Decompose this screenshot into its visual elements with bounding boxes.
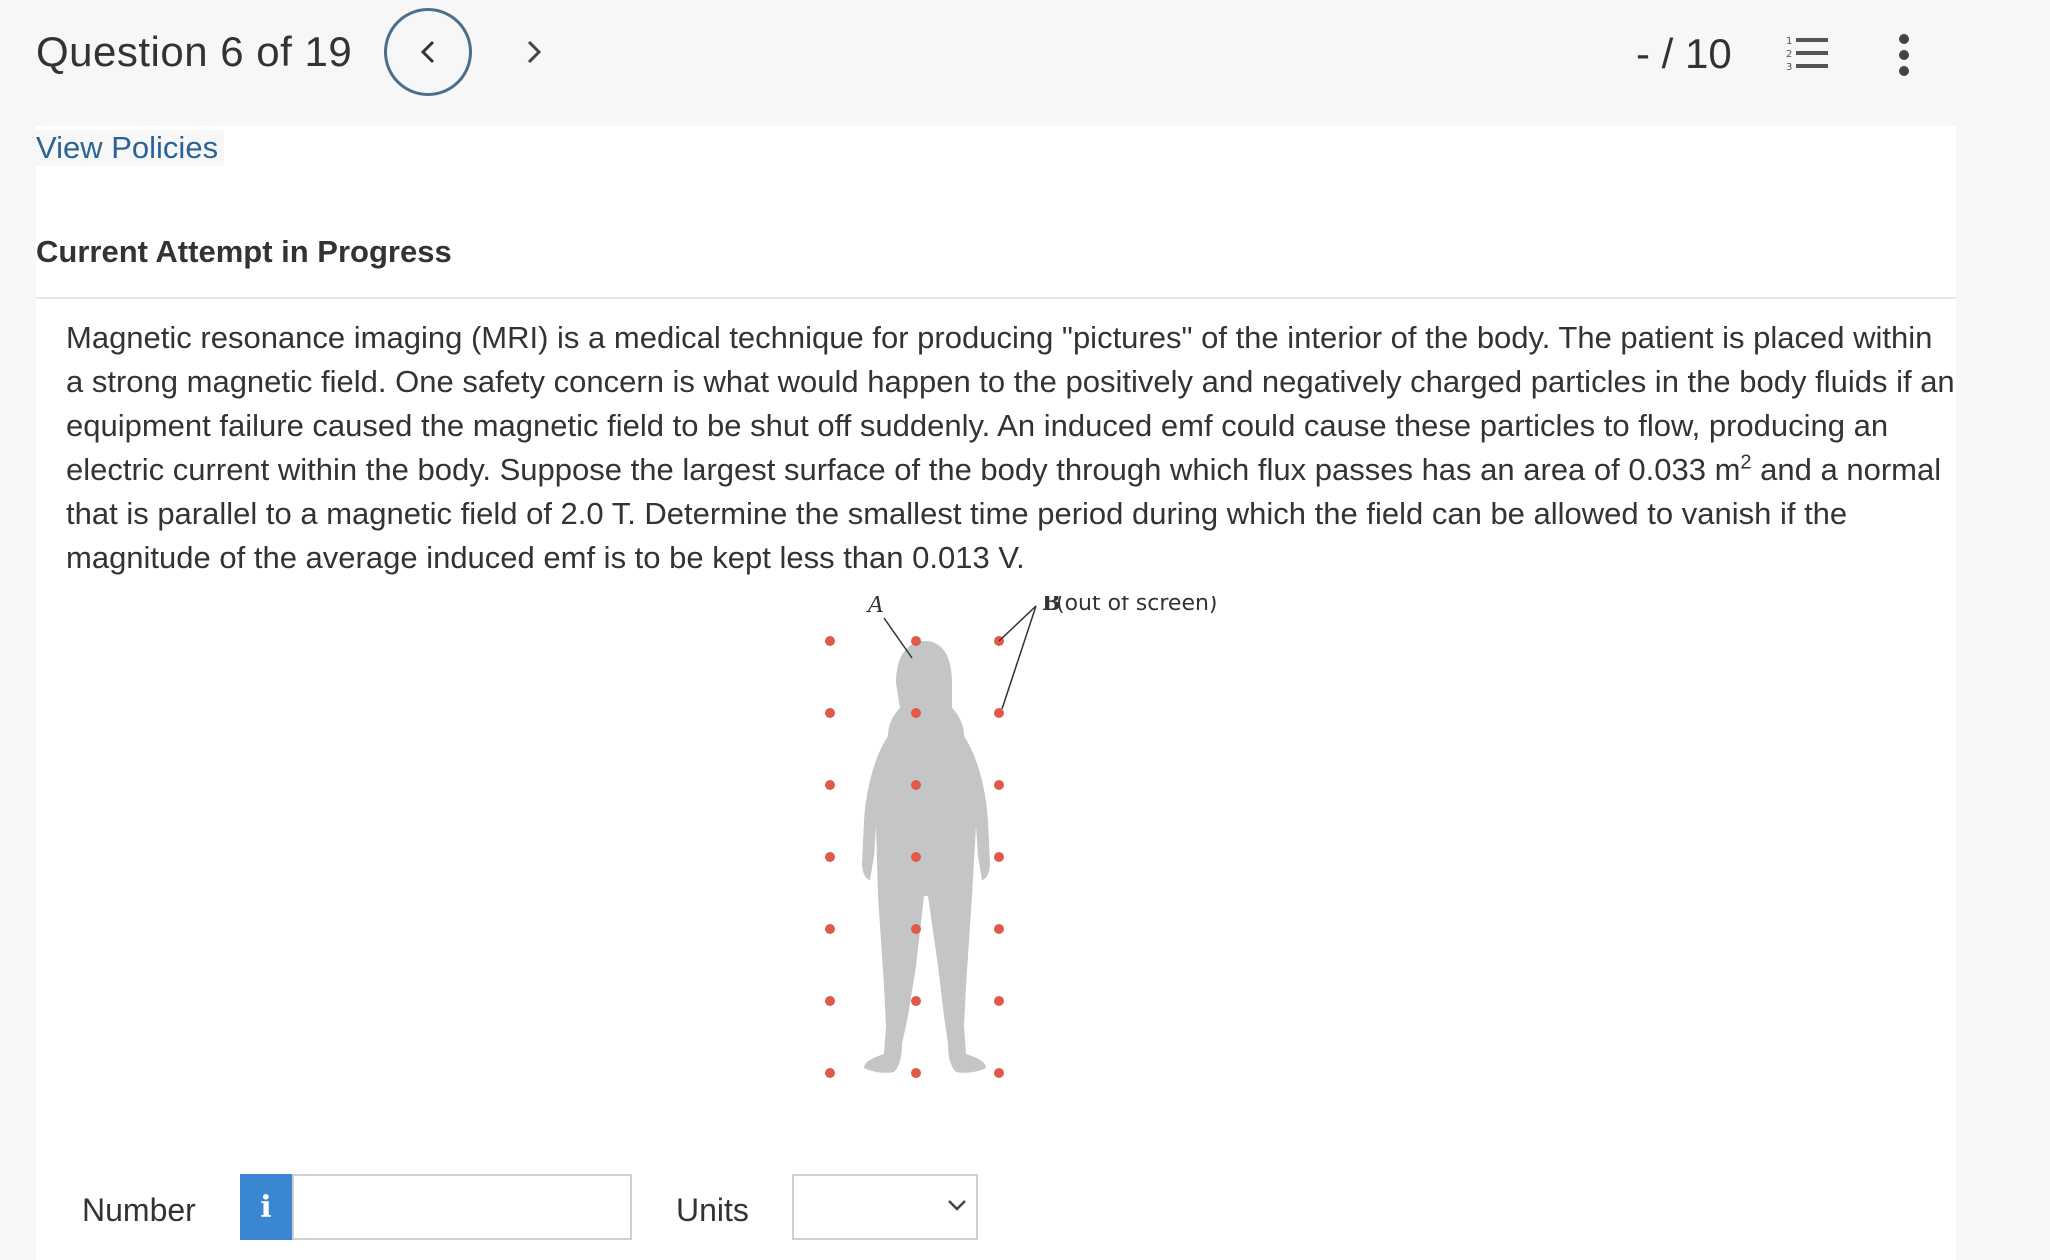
question-counter: Question 6 of 19 [36, 28, 353, 75]
human-silhouette [862, 641, 990, 1073]
svg-text:1: 1 [1786, 36, 1792, 47]
field-dot [911, 852, 921, 862]
question-card: View Policies Current Attempt in Progres… [36, 126, 1956, 1260]
field-dot [911, 924, 921, 934]
area-label: A [866, 596, 884, 618]
field-dot [911, 996, 921, 1006]
field-dot [825, 852, 835, 862]
view-policies-link[interactable]: View Policies [36, 130, 225, 166]
question-list-button[interactable]: 1 2 3 [1786, 34, 1830, 79]
svg-text:2: 2 [1786, 49, 1792, 60]
number-label: Number [82, 1192, 196, 1228]
number-input[interactable] [292, 1174, 632, 1240]
field-dot [911, 636, 921, 646]
question-text-part1: Magnetic resonance imaging (MRI) is a me… [66, 320, 1955, 487]
field-dot [994, 780, 1004, 790]
field-dot [994, 924, 1004, 934]
area-exponent: 2 [1740, 451, 1752, 474]
units-dropdown[interactable] [792, 1174, 978, 1240]
field-dot [825, 1068, 835, 1078]
field-dot [994, 708, 1004, 718]
next-question-button[interactable] [514, 22, 554, 82]
previous-question-button[interactable] [384, 8, 472, 96]
field-dot [825, 636, 835, 646]
field-dot [994, 852, 1004, 862]
field-dot [994, 1068, 1004, 1078]
field-dot [911, 708, 921, 718]
field-dot [911, 780, 921, 790]
field-label: (out of screen) [1056, 596, 1218, 616]
field-dot [825, 996, 835, 1006]
chevron-left-icon [420, 40, 435, 64]
area-leader-line [883, 617, 913, 659]
chevron-down-icon [948, 1200, 966, 1211]
more-options-button[interactable] [1896, 30, 1912, 85]
units-label: Units [676, 1192, 749, 1228]
svg-text:3: 3 [1786, 62, 1792, 73]
field-dot [994, 996, 1004, 1006]
field-dot [825, 924, 835, 934]
attempt-status: Current Attempt in Progress [36, 234, 452, 269]
question-text: Magnetic resonance imaging (MRI) is a me… [66, 316, 1956, 580]
field-dot [911, 1068, 921, 1078]
score-display: - / 10 [1636, 30, 1732, 77]
mri-body-figure: A → B (out of screen) [825, 596, 1218, 1078]
divider [36, 297, 1956, 299]
info-icon: i [260, 1189, 272, 1225]
answer-row: Number i Units [36, 1174, 1036, 1254]
top-bar: Question 6 of 19 - / 10 1 2 3 [0, 0, 2050, 126]
vertical-ellipsis-icon [1899, 34, 1909, 76]
field-dot [825, 780, 835, 790]
field-dot [825, 708, 835, 718]
info-button[interactable]: i [240, 1174, 292, 1240]
chevron-right-icon [527, 40, 542, 64]
numbered-list-icon: 1 2 3 [1786, 36, 1828, 73]
